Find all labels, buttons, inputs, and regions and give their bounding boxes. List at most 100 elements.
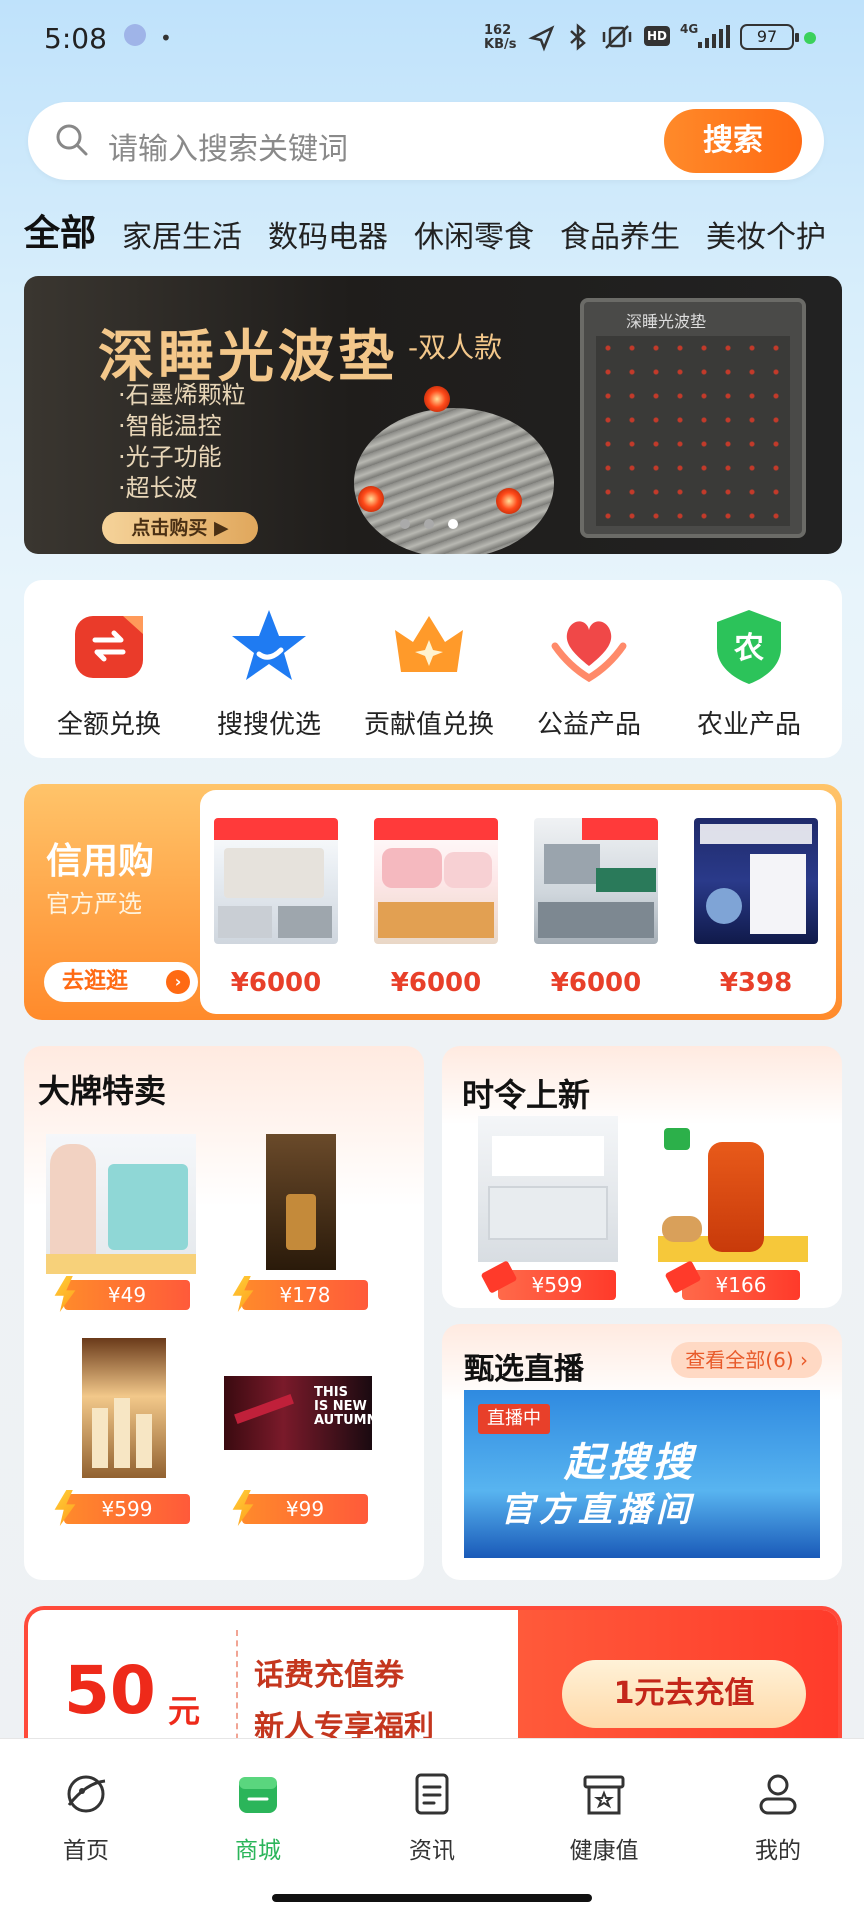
recharge-coupon-banner[interactable]: 50 元 话费充值券 新人专享福利 1元去充值 xyxy=(24,1606,842,1746)
brand-sale-title: 大牌特卖 xyxy=(38,1072,167,1110)
seasonal-product-image[interactable] xyxy=(478,1116,618,1262)
search-input[interactable]: 请输入搜索关键词 xyxy=(108,124,348,168)
recharge-button[interactable]: 1元去充值 xyxy=(562,1660,806,1728)
view-all-label: 查看全部(6) xyxy=(685,1348,794,1372)
live-subheadline: 官方直播间 xyxy=(500,1490,695,1530)
credit-product[interactable]: ¥398 xyxy=(694,818,818,998)
tab-beauty[interactable]: 美妆个护 xyxy=(706,212,826,254)
product-image xyxy=(374,818,498,944)
product-price: ¥398 xyxy=(719,968,793,998)
nav-label: 健康值 xyxy=(569,1838,639,1864)
banner-feature: ·超长波 xyxy=(118,474,198,502)
tab-digital[interactable]: 数码电器 xyxy=(268,212,388,254)
nav-profile[interactable]: 我的 xyxy=(718,1771,838,1865)
live-badge: 直播中 xyxy=(478,1404,550,1434)
credit-browse-label: 去逛逛 xyxy=(62,969,129,994)
product-price: ¥6000 xyxy=(390,968,482,998)
category-label: 全额兑换 xyxy=(56,710,161,740)
category-label: 搜搜优选 xyxy=(216,710,321,740)
category-contribution-exchange[interactable]: 贡献值兑换 xyxy=(354,606,504,741)
brand-product[interactable] xyxy=(234,1134,384,1274)
nav-home[interactable]: 首页 xyxy=(26,1771,146,1865)
banner-feature: ·光子功能 xyxy=(118,443,222,471)
price-tag: ¥178 xyxy=(232,1276,368,1312)
carousel-dot xyxy=(400,519,410,529)
product-image xyxy=(46,1134,196,1274)
brand-sale-section: 大牌特卖 ¥49 ¥178 ¥599 THIS IS NEW AUTUMN ¥99 xyxy=(24,1046,424,1580)
mute-vibrate-icon xyxy=(602,25,632,49)
mat-label: 深睡光波垫 xyxy=(626,312,707,331)
product-price: ¥6000 xyxy=(550,968,642,998)
category-agriculture[interactable]: 农 农业产品 xyxy=(674,606,824,741)
product-price: ¥49 xyxy=(107,1283,147,1307)
search-icon xyxy=(56,124,88,156)
hd-badge: HD xyxy=(644,26,670,46)
credit-browse-button[interactable]: 去逛逛 › xyxy=(44,962,198,1002)
bottom-navigation: 首页 商城 资讯 健康值 我的 xyxy=(0,1738,864,1920)
banner-feature: ·石墨烯颗粒 xyxy=(118,381,246,409)
price-tag: ¥599 xyxy=(480,1260,616,1300)
nav-store[interactable]: 商城 xyxy=(198,1771,318,1865)
tag-icon xyxy=(480,1260,518,1294)
brand-product[interactable] xyxy=(46,1338,196,1478)
promo-banner[interactable]: 深睡光波垫 -双人款 ·石墨烯颗粒 ·智能温控 ·光子功能 ·超长波 点击购买 … xyxy=(24,276,842,554)
brand-product[interactable] xyxy=(46,1134,196,1274)
tab-home-living[interactable]: 家居生活 xyxy=(122,212,242,254)
bluetooth-icon xyxy=(570,23,586,51)
live-stream-thumbnail[interactable]: 直播中 起搜搜 官方直播间 xyxy=(464,1390,820,1558)
tab-snacks[interactable]: 休闲零食 xyxy=(414,212,534,254)
category-soso-picks[interactable]: 搜搜优选 xyxy=(194,606,344,741)
status-bar: 5:08 • 162 KB/s HD 4G 97 xyxy=(0,0,864,80)
credit-buy-section: 信用购 官方严选 去逛逛 › ¥6000 ¥6000 ¥6000 ¥398 xyxy=(24,784,842,1020)
view-all-button[interactable]: 查看全部(6) › xyxy=(671,1342,822,1378)
home-indicator[interactable] xyxy=(272,1894,592,1902)
coupon-title: 话费充值券 xyxy=(254,1658,404,1693)
banner-buy-button[interactable]: 点击购买 ▶ xyxy=(102,512,258,544)
product-price: ¥99 xyxy=(285,1497,325,1521)
credit-product[interactable]: ¥6000 xyxy=(214,818,338,998)
svg-text:农: 农 xyxy=(733,631,764,666)
tab-all[interactable]: 全部 xyxy=(24,204,96,254)
seasonal-title: 时令上新 xyxy=(462,1076,591,1114)
product-price: ¥6000 xyxy=(230,968,322,998)
nav-label: 资讯 xyxy=(409,1838,455,1864)
credit-product[interactable]: ¥6000 xyxy=(534,818,658,998)
banner-mat-image: 深睡光波垫 xyxy=(580,298,806,538)
profile-icon xyxy=(759,1774,797,1815)
category-full-exchange[interactable]: 全额兑换 xyxy=(34,606,184,741)
led-dot xyxy=(496,488,522,514)
store-icon xyxy=(239,1777,277,1813)
coupon-amount: 50 xyxy=(64,1652,156,1729)
credit-product[interactable]: ¥6000 xyxy=(374,818,498,998)
lightning-icon xyxy=(54,1276,76,1312)
battery-icon: 97 xyxy=(740,24,799,50)
exchange-icon xyxy=(75,616,143,678)
heart-hands-icon xyxy=(551,621,627,683)
product-price: ¥599 xyxy=(531,1273,583,1297)
carousel-dot xyxy=(424,519,434,529)
mat-grid xyxy=(596,336,790,526)
carousel-dots xyxy=(400,514,472,533)
banner-feature: ·智能温控 xyxy=(118,412,222,440)
nav-health[interactable]: 健康值 xyxy=(544,1771,664,1865)
lightning-icon xyxy=(54,1490,76,1526)
tag-icon xyxy=(664,1260,702,1294)
location-arrow-icon xyxy=(528,25,555,52)
nav-label: 商城 xyxy=(235,1838,281,1864)
credit-products: ¥6000 ¥6000 ¥6000 ¥398 xyxy=(200,790,836,1014)
category-charity[interactable]: 公益产品 xyxy=(514,606,664,741)
privacy-indicator-dot xyxy=(804,32,816,44)
seasonal-product-image[interactable] xyxy=(658,1116,808,1262)
search-button[interactable]: 搜索 xyxy=(664,109,802,173)
search-bar[interactable]: 请输入搜索关键词 搜索 xyxy=(28,102,824,180)
brand-product[interactable]: THIS IS NEW AUTUMN xyxy=(224,1376,374,1450)
nav-news[interactable]: 资讯 xyxy=(372,1771,492,1865)
seasonal-new-section: 时令上新 ¥599 ¥166 xyxy=(442,1046,842,1308)
nav-label: 首页 xyxy=(63,1838,109,1864)
coupon-unit: 元 xyxy=(168,1692,201,1730)
price-tag: ¥99 xyxy=(232,1490,368,1526)
star-icon xyxy=(232,610,306,680)
product-image xyxy=(534,818,658,944)
dot-icon: • xyxy=(160,26,172,50)
tab-food-health[interactable]: 食品养生 xyxy=(560,212,680,254)
